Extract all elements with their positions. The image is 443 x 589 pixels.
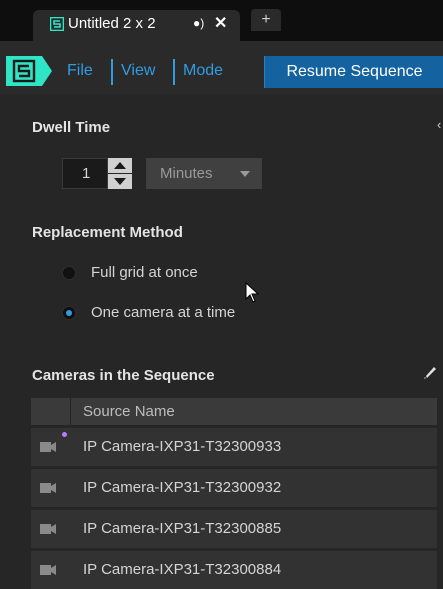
arrow-up-icon <box>114 162 126 169</box>
camera-name: IP Camera-IXP31-T32300885 <box>83 520 282 537</box>
camera-icon <box>40 524 56 534</box>
table-row[interactable]: IP Camera-IXP31-T32300932 <box>31 469 437 507</box>
radio-full-grid[interactable] <box>62 266 76 280</box>
status-dot <box>62 432 67 437</box>
table-row[interactable]: IP Camera-IXP31-T32300933 <box>31 428 437 466</box>
cameras-title: Cameras in the Sequence <box>32 367 215 384</box>
cameras-table: Source Name IP Camera-IXP31-T32300933 IP… <box>31 398 437 589</box>
menu-separator <box>173 59 175 85</box>
tab-bar: Untitled 2 x 2 ●) ✕ + <box>0 0 443 41</box>
camera-name: IP Camera-IXP31-T32300932 <box>83 479 282 496</box>
radio-label-full-grid[interactable]: Full grid at once <box>91 264 198 281</box>
camera-name: IP Camera-IXP31-T32300884 <box>83 561 282 578</box>
column-source-name[interactable]: Source Name <box>83 403 175 420</box>
resume-sequence-button[interactable]: Resume Sequence <box>264 56 443 88</box>
camera-icon <box>40 442 56 452</box>
increment-button[interactable] <box>108 158 132 173</box>
dwell-value: 1 <box>82 165 91 182</box>
table-row[interactable]: IP Camera-IXP31-T32300884 <box>31 551 437 589</box>
table-header: Source Name <box>31 398 437 425</box>
sequence-logo-icon <box>50 17 64 31</box>
camera-icon <box>40 483 56 493</box>
menu-separator <box>111 59 113 85</box>
add-tab-button[interactable]: + <box>251 9 281 31</box>
close-icon[interactable]: ✕ <box>214 13 227 33</box>
mouse-cursor-icon <box>245 282 259 303</box>
radio-one-camera[interactable] <box>62 306 76 320</box>
dwell-time-title: Dwell Time <box>32 119 111 136</box>
column-divider <box>70 398 71 425</box>
camera-name: IP Camera-IXP31-T32300933 <box>83 438 282 455</box>
arrow-down-icon <box>114 178 126 185</box>
table-row[interactable]: IP Camera-IXP31-T32300885 <box>31 510 437 548</box>
collapse-icon[interactable]: ‹ <box>437 117 441 132</box>
menu-mode[interactable]: Mode <box>183 62 223 80</box>
decrement-button[interactable] <box>108 174 132 189</box>
radio-label-one-camera[interactable]: One camera at a time <box>91 304 235 321</box>
chevron-down-icon <box>240 171 250 177</box>
pencil-icon[interactable] <box>422 364 438 380</box>
menu-view[interactable]: View <box>121 62 155 80</box>
app-logo-icon <box>6 56 52 86</box>
speaker-icon[interactable]: ●) <box>193 16 204 30</box>
menu-file[interactable]: File <box>67 62 93 80</box>
replacement-method-title: Replacement Method <box>32 224 183 241</box>
tab-title[interactable]: Untitled 2 x 2 <box>68 15 156 32</box>
camera-icon <box>40 565 56 575</box>
